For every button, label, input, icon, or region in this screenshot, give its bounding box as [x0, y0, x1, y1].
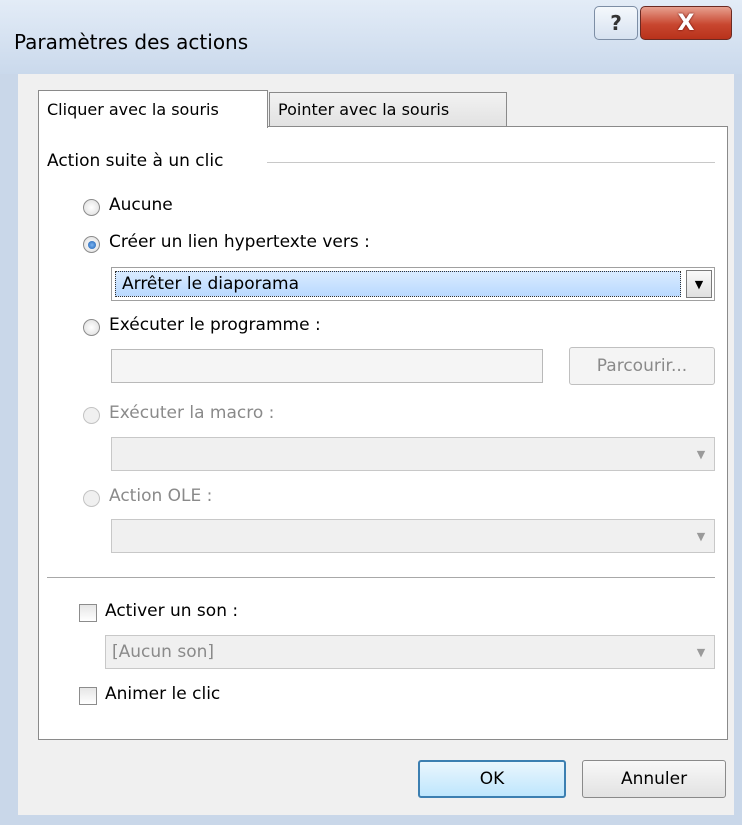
radio-ole[interactable] — [83, 490, 100, 507]
ole-dropdown-value — [112, 520, 688, 552]
tab-click[interactable]: Cliquer avec la souris — [38, 90, 268, 128]
sound-checkbox[interactable] — [79, 604, 97, 622]
hyperlink-dropdown-value: Arrêter le diaporama — [115, 271, 681, 297]
radio-none-label: Aucune — [109, 195, 173, 215]
ok-button-label: OK — [479, 769, 505, 789]
group-label: Action suite à un clic — [47, 151, 224, 171]
macro-dropdown-value — [112, 438, 688, 470]
tab-hover-label: Pointer avec la souris — [278, 100, 450, 119]
radio-program[interactable] — [83, 319, 100, 336]
sound-dropdown-value: [Aucun son] — [112, 642, 214, 662]
radio-none[interactable] — [83, 199, 100, 216]
sound-dropdown[interactable]: [Aucun son] ▼ — [105, 635, 715, 669]
radio-hyperlink-label: Créer un lien hypertexte vers : — [109, 232, 370, 252]
close-icon: X — [677, 10, 695, 36]
sound-checkbox-label: Activer un son : — [105, 601, 239, 621]
radio-macro-label: Exécuter la macro : — [109, 403, 275, 423]
radio-program-label: Exécuter le programme : — [109, 315, 321, 335]
chevron-down-icon[interactable]: ▼ — [686, 270, 712, 298]
chevron-down-icon: ▼ — [696, 447, 706, 461]
ole-dropdown[interactable]: ▼ — [111, 519, 715, 553]
chevron-down-icon: ▼ — [696, 645, 706, 659]
tab-panel: Action suite à un clic Aucune Créer un l… — [38, 126, 728, 740]
dialog-body: Cliquer avec la souris Pointer avec la s… — [18, 74, 734, 815]
close-button[interactable]: X — [640, 6, 732, 40]
group-divider — [267, 162, 715, 163]
ok-button[interactable]: OK — [418, 760, 566, 798]
section-divider — [47, 577, 715, 578]
animate-checkbox-label: Animer le clic — [105, 684, 221, 704]
animate-checkbox[interactable] — [79, 687, 97, 705]
title-bar: Paramètres des actions ? X — [0, 0, 742, 74]
browse-button-label: Parcourir... — [596, 356, 688, 376]
help-button[interactable]: ? — [594, 6, 638, 40]
macro-dropdown[interactable]: ▼ — [111, 437, 715, 471]
tab-hover[interactable]: Pointer avec la souris — [269, 92, 507, 126]
help-icon: ? — [610, 11, 622, 35]
hyperlink-dropdown[interactable]: Arrêter le diaporama ▼ — [111, 267, 715, 301]
browse-button[interactable]: Parcourir... — [569, 347, 715, 385]
cancel-button[interactable]: Annuler — [582, 760, 726, 798]
chevron-down-icon: ▼ — [696, 529, 706, 543]
radio-macro[interactable] — [83, 407, 100, 424]
radio-hyperlink[interactable] — [83, 236, 100, 253]
tab-click-label: Cliquer avec la souris — [47, 100, 219, 119]
window-title: Paramètres des actions — [14, 30, 249, 54]
radio-ole-label: Action OLE : — [109, 486, 213, 506]
cancel-button-label: Annuler — [620, 769, 688, 789]
program-path-input[interactable] — [111, 349, 543, 383]
